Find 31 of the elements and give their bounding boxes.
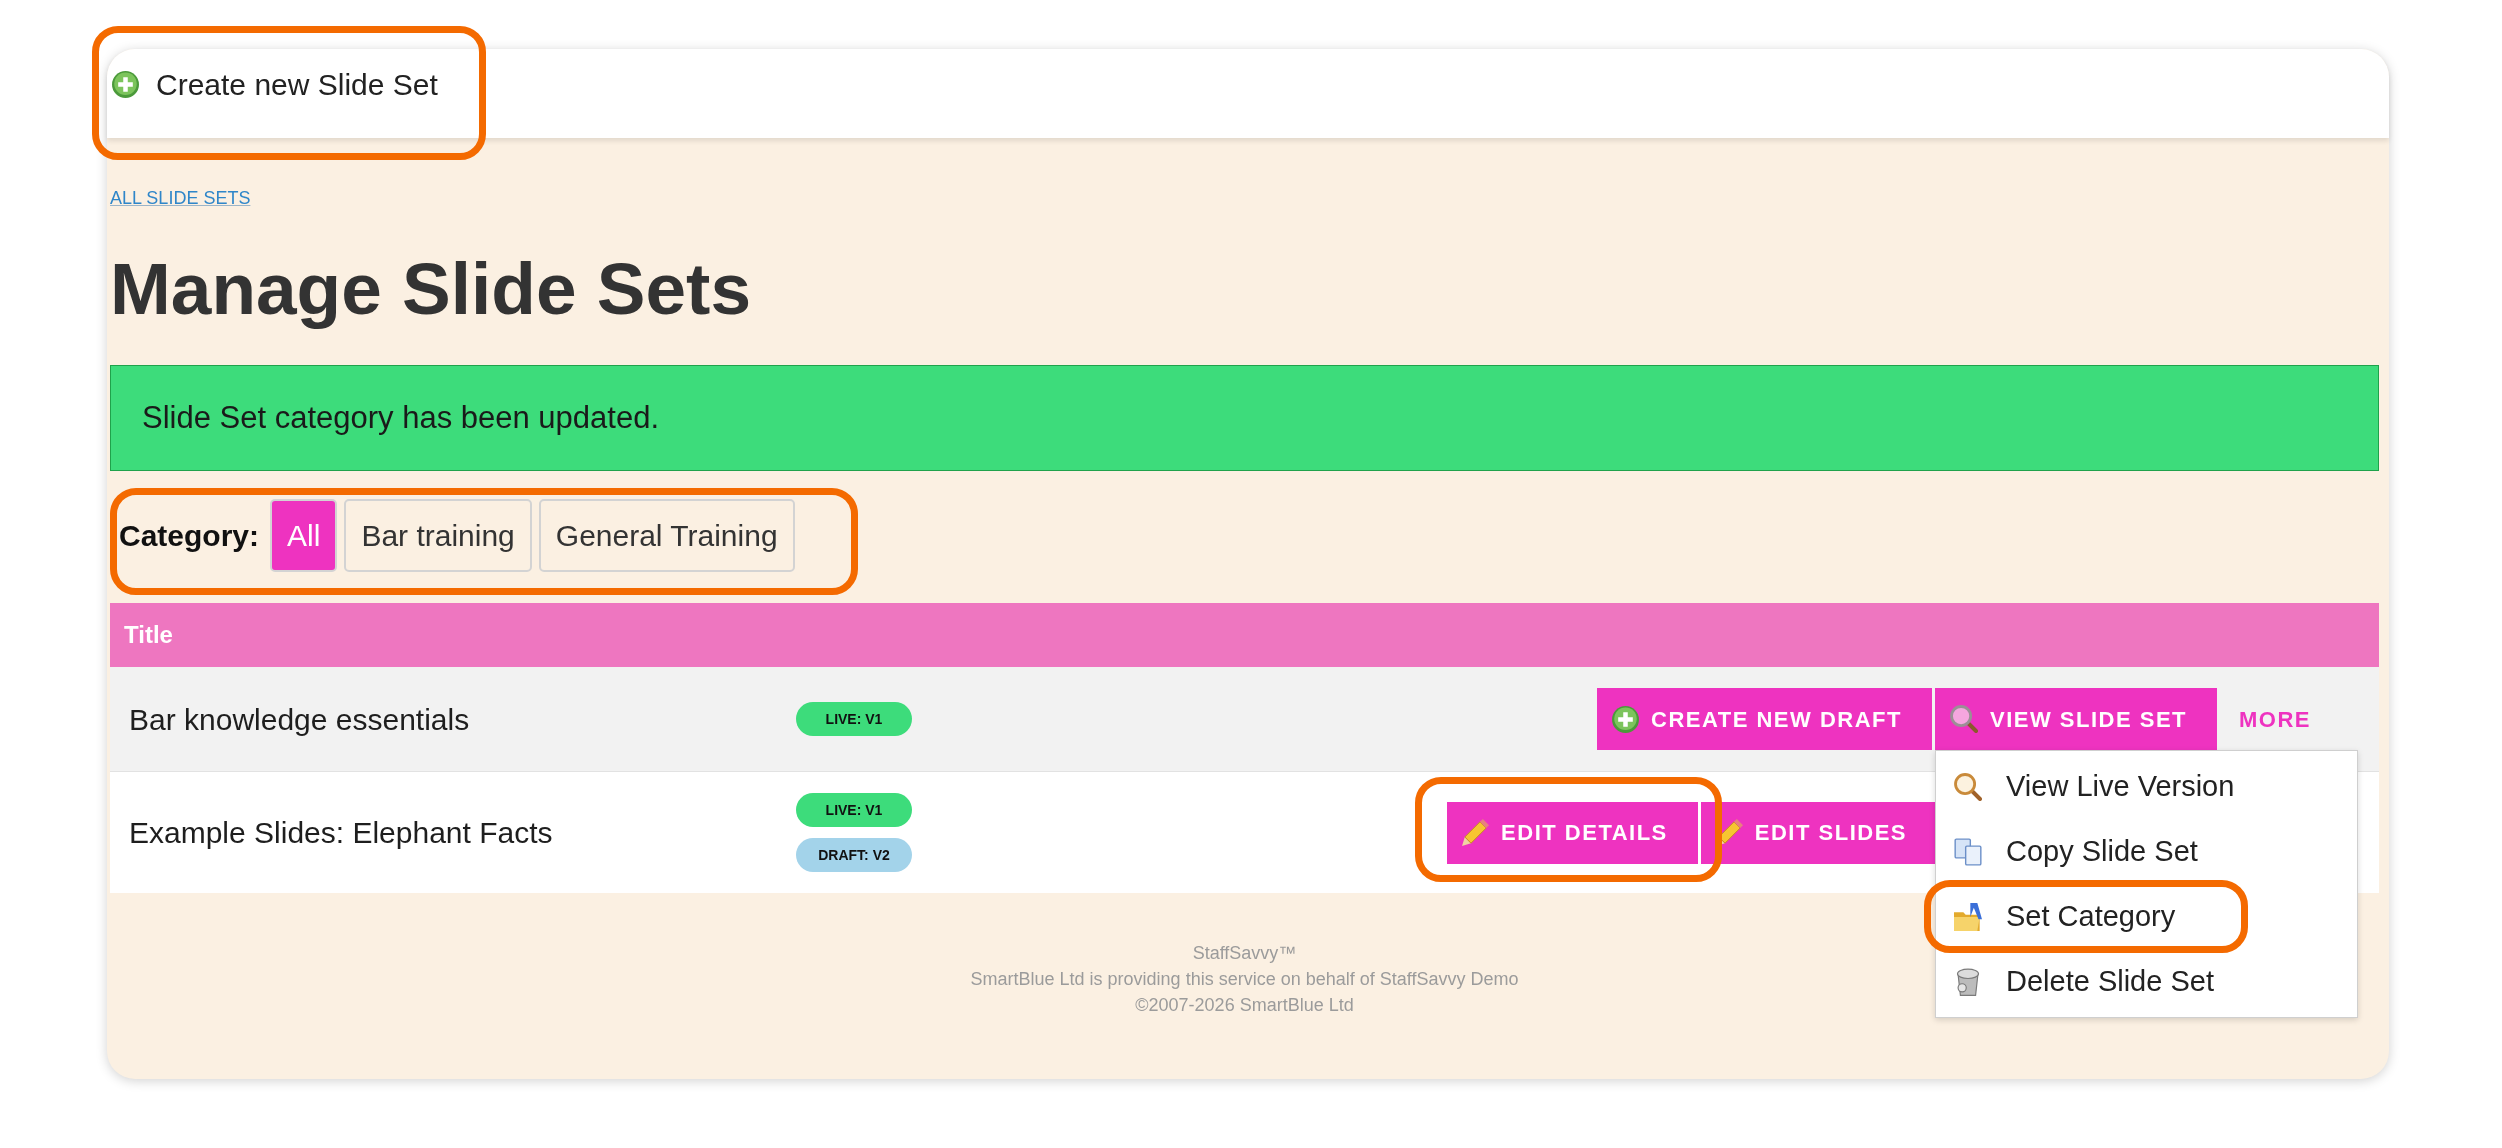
pencil-icon	[1462, 819, 1490, 846]
edit-button[interactable]: EDIT DETAILS	[1447, 801, 1698, 864]
create-slide-set-link[interactable]: Create new Slide Set	[112, 64, 438, 104]
create-draft-button[interactable]: CREATE NEW DRAFT	[1597, 688, 1932, 750]
folder-icon	[1954, 902, 1982, 931]
footer-text: ©2007-2026 SmartBlue Ltd	[1135, 994, 1354, 1017]
menu-item[interactable]: Set Category	[1936, 890, 2182, 943]
slide-set-title: Bar knowledge essentials	[129, 702, 470, 736]
edit-button[interactable]: EDIT SLIDES	[1700, 801, 1937, 864]
footer-text: SmartBlue Ltd is providing this service on behalf of StaffSavvy Demo	[970, 968, 1519, 991]
category-label: Category:	[119, 518, 260, 554]
category-filter-button[interactable]: General Training	[538, 499, 795, 572]
view-slide-set-button[interactable]: VIEW SLIDE SET	[1934, 688, 2217, 750]
plus-circle-icon	[1612, 705, 1640, 733]
footer-text: StaffSavvy™	[1192, 942, 1297, 965]
magnifier-icon	[1954, 772, 1982, 801]
slide-set-title: Example Slides: Elephant Facts	[129, 816, 553, 849]
column-header: Title	[124, 620, 173, 650]
bin-icon	[1954, 967, 1982, 996]
menu-item[interactable]: View Live Version	[1936, 760, 2241, 813]
success-alert: Slide Set category has been updated.	[110, 365, 2379, 471]
version-badge: LIVE: V1	[796, 702, 912, 736]
category-filter-button[interactable]: All	[270, 499, 338, 572]
version-badge: LIVE: V1	[796, 793, 912, 827]
pages-icon	[1954, 837, 1982, 866]
plus-circle-icon	[112, 70, 139, 98]
category-filter-button[interactable]: Bar training	[344, 499, 532, 572]
menu-item[interactable]: Delete Slide Set	[1936, 955, 2220, 1008]
magnifier-icon	[1949, 705, 1978, 733]
version-badge: DRAFT: V2	[796, 838, 912, 872]
menu-item[interactable]: Copy Slide Set	[1936, 825, 2204, 878]
